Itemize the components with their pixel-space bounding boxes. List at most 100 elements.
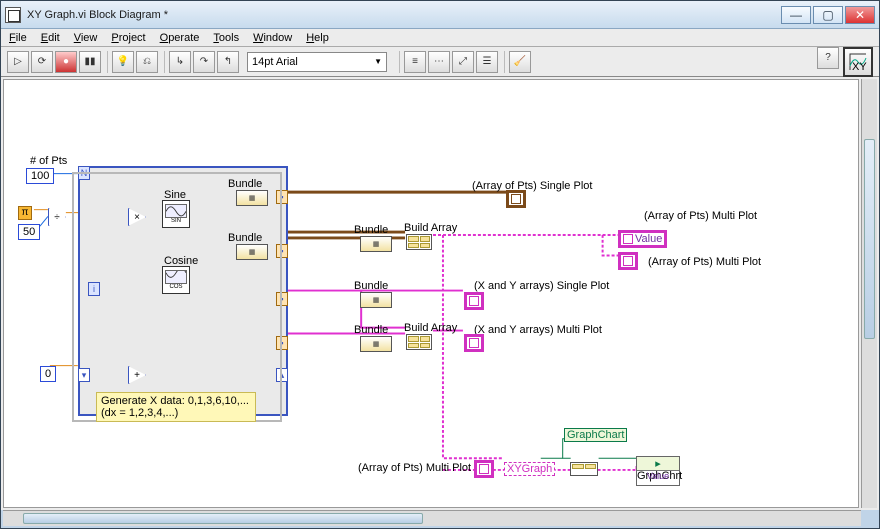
const-zero[interactable]: 0 bbox=[40, 366, 56, 382]
graph-icon bbox=[511, 194, 521, 204]
menu-edit[interactable]: Edit bbox=[41, 32, 60, 44]
arr-pts-multi-label: (Array of Pts) Multi Plot bbox=[644, 210, 757, 222]
close-button[interactable]: ✕ bbox=[845, 6, 875, 24]
grphchrt-property-node[interactable]: ▸ GrphChrt Value bbox=[636, 456, 680, 486]
menu-file[interactable]: File bbox=[9, 32, 27, 44]
menu-help[interactable]: Help bbox=[306, 32, 329, 44]
loop-i-terminal[interactable]: i bbox=[88, 282, 100, 296]
xy-plot-icon: XY bbox=[848, 52, 868, 72]
shift-reg-left[interactable]: ▾ bbox=[78, 368, 90, 382]
bundle-node-2[interactable]: ▦ bbox=[236, 244, 268, 260]
distribute-button[interactable]: ⋯ bbox=[428, 51, 450, 73]
graphchart-label: GraphChart bbox=[567, 429, 624, 441]
loop-N-terminal[interactable]: N bbox=[78, 166, 90, 180]
step-over-button[interactable]: ↷ bbox=[193, 51, 215, 73]
pause-button[interactable]: ▮▮ bbox=[79, 51, 101, 73]
xy-single-label: (X and Y arrays) Single Plot bbox=[474, 280, 609, 292]
build-array-2[interactable] bbox=[406, 334, 432, 350]
menu-view[interactable]: View bbox=[74, 32, 98, 44]
invoke-node[interactable] bbox=[570, 462, 598, 476]
svg-text:XY: XY bbox=[852, 61, 867, 72]
xy-multi-label: (X and Y arrays) Multi Plot bbox=[474, 324, 602, 336]
horizontal-scrollbar[interactable] bbox=[3, 510, 861, 526]
vi-icon[interactable]: XY bbox=[843, 47, 873, 77]
menu-window[interactable]: Window bbox=[253, 32, 292, 44]
window-title: XY Graph.vi Block Diagram * bbox=[27, 9, 779, 21]
content-area: # of Pts 100 π 50 ÷ N i ▾ ▴ ▪ ▪ ▪ ▪ bbox=[1, 77, 879, 510]
const-50[interactable]: 50 bbox=[18, 224, 40, 240]
font-selector[interactable]: 14pt Arial ▼ bbox=[247, 52, 387, 72]
num-pts-control[interactable]: 100 bbox=[26, 168, 54, 184]
bundle1-label: Bundle bbox=[228, 178, 262, 190]
reorder-button[interactable]: ☰ bbox=[476, 51, 498, 73]
step-into-button[interactable]: ↳ bbox=[169, 51, 191, 73]
run-continuous-button[interactable]: ⟳ bbox=[31, 51, 53, 73]
divide-node[interactable]: ÷ bbox=[48, 208, 66, 226]
step-out-button[interactable]: ↰ bbox=[217, 51, 239, 73]
build-array2-label: Build Array bbox=[404, 322, 457, 334]
highlight-exec-button[interactable]: 💡 bbox=[112, 51, 134, 73]
resize-button[interactable]: ⤢ bbox=[452, 51, 474, 73]
graph-icon bbox=[469, 296, 479, 306]
tunnel-3[interactable]: ▪ bbox=[276, 292, 288, 306]
arr-pts-multi-indicator-2[interactable] bbox=[620, 254, 636, 268]
arr-pts-multi-bottom-label: (Array of Pts) Multi Plot bbox=[358, 462, 471, 474]
arr-pts-single-indicator[interactable] bbox=[508, 192, 524, 206]
const-50-value: 50 bbox=[18, 224, 40, 240]
comment-box[interactable]: Generate X data: 0,1,3,6,10,... (dx = 1,… bbox=[96, 392, 256, 422]
v-scroll-thumb[interactable] bbox=[864, 139, 875, 339]
align-button[interactable]: ≡ bbox=[404, 51, 426, 73]
bundle-node-4[interactable]: ▦ bbox=[360, 336, 392, 352]
xygraph-link[interactable]: XYGraph bbox=[504, 462, 555, 476]
sine-sub-label: SIN bbox=[171, 218, 181, 224]
sine-function[interactable]: SIN bbox=[162, 200, 190, 228]
tunnel-1[interactable]: ▪ bbox=[276, 190, 288, 204]
bundle4-label: Bundle bbox=[354, 324, 388, 336]
app-icon bbox=[5, 7, 21, 23]
tunnel-2[interactable]: ▪ bbox=[276, 244, 288, 258]
graph-icon bbox=[623, 234, 633, 244]
bundle-node-outer[interactable]: ▦ bbox=[360, 236, 392, 252]
context-help-button[interactable]: ? bbox=[817, 47, 839, 69]
bundle-outer-label: Bundle bbox=[354, 224, 388, 236]
menu-tools[interactable]: Tools bbox=[213, 32, 239, 44]
cosine-sub-label: COS bbox=[169, 284, 182, 290]
graphchart-ref[interactable]: GraphChart bbox=[564, 428, 627, 442]
vertical-scrollbar[interactable] bbox=[861, 79, 877, 508]
tunnel-4[interactable]: ▪ bbox=[276, 336, 288, 350]
retain-wire-button[interactable]: ⎌ bbox=[136, 51, 158, 73]
bundle-node-3[interactable]: ▦ bbox=[360, 292, 392, 308]
shift-reg-right[interactable]: ▴ bbox=[276, 368, 288, 382]
cleanup-button[interactable]: 🧹 bbox=[509, 51, 531, 73]
arr-pts-multi-label-2: (Array of Pts) Multi Plot bbox=[648, 256, 761, 268]
build-array-1[interactable] bbox=[406, 234, 432, 250]
minimize-button[interactable]: — bbox=[781, 6, 811, 24]
arr-pts-single-label: (Array of Pts) Single Plot bbox=[472, 180, 592, 192]
run-button[interactable]: ▷ bbox=[7, 51, 29, 73]
menu-project[interactable]: Project bbox=[111, 32, 145, 44]
comment-line1: Generate X data: 0,1,3,6,10,... bbox=[101, 395, 251, 407]
xy-multi-indicator[interactable] bbox=[466, 336, 482, 350]
xy-single-indicator[interactable] bbox=[466, 294, 482, 308]
num-pts-value[interactable]: 100 bbox=[26, 168, 54, 184]
graph-icon bbox=[479, 464, 489, 474]
font-label: 14pt Arial bbox=[252, 56, 298, 68]
maximize-button[interactable]: ▢ bbox=[813, 6, 843, 24]
pi-constant[interactable]: π bbox=[18, 206, 32, 220]
titlebar[interactable]: XY Graph.vi Block Diagram * — ▢ ✕ bbox=[1, 1, 879, 29]
abort-button[interactable]: ● bbox=[55, 51, 77, 73]
num-pts-label: # of Pts bbox=[28, 154, 69, 168]
toolbar: ▷ ⟳ ● ▮▮ 💡 ⎌ ↳ ↷ ↰ 14pt Arial ▼ ≡ ⋯ ⤢ ☰ … bbox=[1, 47, 879, 77]
comment-line2: (dx = 1,2,3,4,...) bbox=[101, 407, 251, 419]
menu-operate[interactable]: Operate bbox=[160, 32, 200, 44]
block-diagram-canvas[interactable]: # of Pts 100 π 50 ÷ N i ▾ ▴ ▪ ▪ ▪ ▪ bbox=[3, 79, 859, 508]
bundle-node-1[interactable]: ▦ bbox=[236, 190, 268, 206]
arr-pts-multi-indicator[interactable]: Value bbox=[620, 232, 665, 246]
bundle3-label: Bundle bbox=[354, 280, 388, 292]
app-window: XY Graph.vi Block Diagram * — ▢ ✕ File E… bbox=[0, 0, 880, 529]
bundle2-label: Bundle bbox=[228, 232, 262, 244]
build-array1-label: Build Array bbox=[404, 222, 457, 234]
h-scroll-thumb[interactable] bbox=[23, 513, 423, 524]
cosine-function[interactable]: COS bbox=[162, 266, 190, 294]
arr-pts-multi-bottom-indicator[interactable] bbox=[476, 462, 492, 476]
